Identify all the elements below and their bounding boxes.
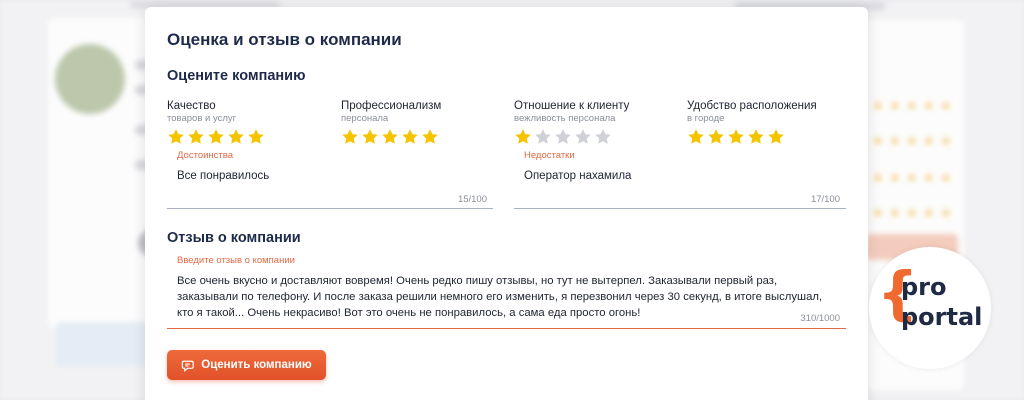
criterion-sublabel: вежливость персонала — [514, 113, 616, 124]
star-icon[interactable] — [554, 128, 572, 146]
logo-text-portal: portal — [901, 303, 983, 331]
pros-label: Достоинства — [177, 150, 233, 161]
review-heading: Отзыв о компании — [167, 230, 301, 246]
star-icon[interactable] — [341, 128, 359, 146]
background-star-icon: ★ — [872, 98, 884, 113]
criterion-sublabel: товаров и услуг — [167, 113, 237, 124]
pros-counter: 15/100 — [457, 194, 487, 205]
background-star-icon: ★ — [889, 133, 901, 148]
review-counter: 310/1000 — [800, 313, 840, 324]
star-icon[interactable] — [747, 128, 765, 146]
background-star-icon: ★ — [906, 133, 918, 148]
rate-company-button[interactable]: Оценить компанию — [167, 350, 326, 380]
star-icon[interactable] — [727, 128, 745, 146]
star-rating[interactable] — [167, 128, 327, 146]
star-icon[interactable] — [687, 128, 705, 146]
star-icon[interactable] — [361, 128, 379, 146]
background-star-icon: ★ — [940, 98, 952, 113]
star-icon[interactable] — [247, 128, 265, 146]
background-star-icon: ★ — [940, 133, 952, 148]
star-icon[interactable] — [534, 128, 552, 146]
star-icon[interactable] — [767, 128, 785, 146]
background-star-icon: ★ — [923, 170, 935, 185]
rate-company-label: Оценить компанию — [201, 359, 312, 371]
star-icon[interactable] — [227, 128, 245, 146]
cons-field[interactable]: Недостатки Оператор нахамила 17/100 — [514, 150, 846, 209]
star-icon[interactable] — [594, 128, 612, 146]
background-star-icon: ★ — [872, 205, 884, 220]
background-star-icon: ★ — [923, 133, 935, 148]
background-star-icon: ★ — [940, 170, 952, 185]
star-icon[interactable] — [514, 128, 532, 146]
star-rating[interactable] — [514, 128, 674, 146]
criterion-attitude: Отношение к клиенту вежливость персонала — [514, 100, 674, 146]
cons-counter: 17/100 — [810, 194, 840, 205]
criterion-label: Качество — [167, 100, 216, 112]
background-star-icon: ★ — [940, 205, 952, 220]
logo-text-pro: pro — [901, 273, 947, 301]
background-star-icon: ★ — [923, 98, 935, 113]
background-star-icon: ★ — [889, 170, 901, 185]
background-notice — [56, 322, 156, 366]
star-rating[interactable] — [687, 128, 847, 146]
background-star-icon: ★ — [872, 133, 884, 148]
star-icon[interactable] — [207, 128, 225, 146]
review-label: Введите отзыв о компании — [177, 255, 295, 266]
background-star-icon: ★ — [906, 98, 918, 113]
criterion-label: Профессионализм — [341, 100, 442, 112]
criterion-location: Удобство расположения в городе — [687, 100, 847, 146]
modal-title: Оценка и отзыв о компании — [167, 30, 402, 49]
review-modal: Оценка и отзыв о компании Оцените компан… — [145, 7, 868, 400]
star-rating[interactable] — [341, 128, 501, 146]
criterion-label: Удобство расположения — [687, 100, 817, 112]
criterion-sublabel: в городе — [687, 113, 725, 124]
criterion-sublabel: персонала — [341, 113, 389, 124]
star-icon[interactable] — [574, 128, 592, 146]
proportal-logo: { pro portal — [869, 247, 991, 369]
criterion-quality: Качество товаров и услуг — [167, 100, 327, 146]
avatar — [55, 44, 125, 114]
review-textarea[interactable]: Все очень вкусно и доставляют вовремя! О… — [177, 273, 837, 321]
review-field[interactable]: Введите отзыв о компании Все очень вкусн… — [167, 255, 846, 329]
cons-label: Недостатки — [524, 150, 575, 161]
criterion-professionalism: Профессионализм персонала — [341, 100, 501, 146]
star-icon[interactable] — [381, 128, 399, 146]
star-icon[interactable] — [401, 128, 419, 146]
pros-value[interactable]: Все понравилось — [177, 170, 269, 182]
pros-field[interactable]: Достоинства Все понравилось 15/100 — [167, 150, 493, 209]
star-icon[interactable] — [707, 128, 725, 146]
review-chat-icon — [182, 360, 195, 372]
background-star-icon: ★ — [906, 205, 918, 220]
criterion-label: Отношение к клиенту — [514, 100, 630, 112]
background-star-icon: ★ — [889, 98, 901, 113]
star-icon[interactable] — [421, 128, 439, 146]
cons-value[interactable]: Оператор нахамила — [524, 170, 631, 182]
background-star-icon: ★ — [923, 205, 935, 220]
rate-heading: Оцените компанию — [167, 68, 306, 84]
star-icon[interactable] — [167, 128, 185, 146]
background-star-icon: ★ — [889, 205, 901, 220]
background-star-icon: ★ — [872, 170, 884, 185]
star-icon[interactable] — [187, 128, 205, 146]
background-star-icon: ★ — [906, 170, 918, 185]
